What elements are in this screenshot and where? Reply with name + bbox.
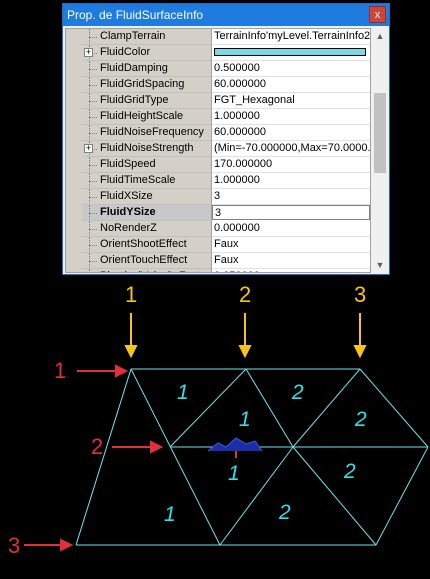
cell-number: 2 [292, 381, 304, 404]
cell-number: 2 [279, 501, 291, 524]
cell-number: 1 [228, 462, 240, 485]
cell-number: 2 [344, 460, 356, 483]
triangle-grid-lines [75, 368, 429, 546]
column-number-1: 1 [125, 282, 138, 307]
cell-number: 2 [355, 408, 367, 431]
column-number-2: 2 [239, 282, 252, 307]
annotation-arrows [24, 313, 367, 552]
cell-number: 1 [164, 503, 176, 526]
row-number-3: 3 [8, 533, 21, 558]
column-number-3: 3 [354, 282, 367, 307]
fluid-actor-icon [207, 437, 263, 458]
row-number-2: 2 [91, 434, 104, 459]
cell-number: 1 [177, 381, 189, 404]
cell-number: 1 [239, 408, 251, 431]
row-number-1: 1 [54, 358, 67, 383]
